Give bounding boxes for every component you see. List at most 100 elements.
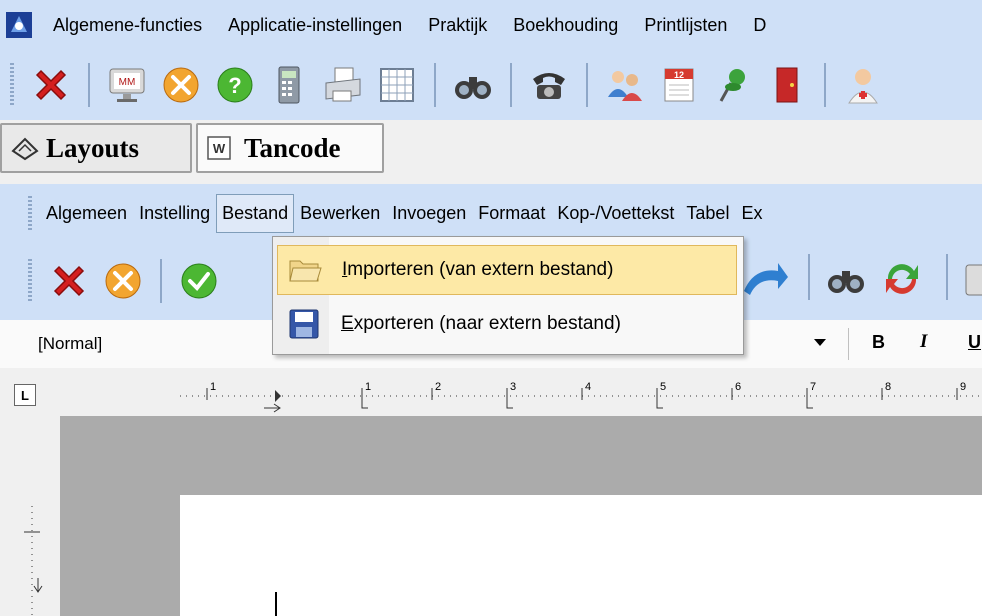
users-button[interactable] (601, 61, 649, 109)
editor-menu-bewerken[interactable]: Bewerken (294, 203, 386, 224)
ruler-number: 8 (885, 381, 891, 393)
tab-tancode-label: Tancode (244, 132, 341, 163)
tools-icon (105, 263, 141, 299)
tab-stop-marker (656, 400, 663, 409)
tools-button[interactable] (157, 61, 205, 109)
chevron-down-icon (814, 339, 826, 346)
toolbar-separator (586, 63, 588, 107)
calendar-button[interactable]: 12 (655, 61, 703, 109)
editor-tools-button[interactable] (99, 257, 147, 305)
tools-icon (163, 67, 199, 103)
ruler-number: 4 (585, 381, 591, 393)
search-button[interactable] (449, 61, 497, 109)
doctor-button[interactable] (839, 61, 887, 109)
hanging-indent-icon (264, 403, 281, 413)
bold-button[interactable]: B (872, 332, 885, 353)
editor-menu-algemeen[interactable]: Algemeen (40, 203, 133, 224)
editor-search-button[interactable] (824, 257, 868, 306)
help-button[interactable]: ? (211, 61, 259, 109)
toolbar-separator (808, 254, 810, 300)
exit-button[interactable] (763, 61, 811, 109)
main-toolbar: MM ? 12 (0, 50, 982, 121)
folder-open-icon (284, 250, 326, 290)
toolbar-separator (946, 254, 948, 300)
svg-text:MM: MM (119, 77, 136, 88)
editor-close-button[interactable] (45, 257, 93, 305)
editor-menu-bestand[interactable]: Bestand (216, 193, 295, 233)
toolbar-separator (434, 63, 436, 107)
clipboard-icon (965, 264, 982, 296)
telephone-icon (533, 73, 565, 99)
style-select-value: [Normal] (38, 334, 103, 353)
underline-button[interactable]: U (968, 332, 981, 353)
calculator-button[interactable] (265, 61, 313, 109)
italic-button[interactable]: I (920, 331, 927, 353)
editor-refresh-button[interactable] (880, 257, 924, 306)
menu-algemene-functies[interactable]: Algemene-functies (40, 15, 215, 36)
menu-praktijk[interactable]: Praktijk (415, 15, 500, 36)
vertical-ruler[interactable] (20, 506, 44, 616)
save-disk-icon (283, 304, 325, 344)
menu-item-exporteren[interactable]: Exporteren (naar extern bestand) (277, 299, 737, 349)
menu-item-importeren[interactable]: Importeren (van extern bestand) (277, 245, 737, 295)
monitor-button[interactable]: MM (103, 61, 151, 109)
document-tabs: Layouts W Tancode (0, 120, 982, 175)
editor-menu-instelling[interactable]: Instelling (133, 203, 216, 224)
close-button[interactable] (27, 61, 75, 109)
calendar-icon: 12 (664, 68, 694, 102)
menu-d-truncated[interactable]: D (740, 15, 779, 36)
calculator-icon (278, 66, 300, 104)
editor-menu-grip[interactable] (28, 196, 32, 230)
ruler-bar: L 1 1 2 3 4 5 6 7 8 9 (0, 368, 982, 416)
tab-layouts[interactable]: Layouts (0, 123, 192, 173)
editor-menu-formaat[interactable]: Formaat (472, 203, 551, 224)
toolbar-grip[interactable] (10, 63, 14, 107)
horizontal-ruler[interactable]: 1 1 2 3 4 5 6 7 8 9 (180, 374, 982, 414)
menu-printlijsten[interactable]: Printlijsten (631, 15, 740, 36)
grid-button[interactable] (373, 61, 421, 109)
editor-redo-button[interactable] (744, 257, 788, 306)
checkmark-icon (181, 263, 217, 299)
menu-item-importeren-label: Importeren (van extern bestand) (342, 259, 614, 280)
tab-stop-marker (806, 400, 813, 409)
printer-icon (325, 67, 361, 102)
monitor-mm-icon: MM (109, 68, 145, 102)
editor-menu-tabel[interactable]: Tabel (680, 203, 735, 224)
ruler-number: 3 (510, 381, 516, 393)
menu-applicatie-instellingen[interactable]: Applicatie-instellingen (215, 15, 415, 36)
document-page[interactable] (180, 495, 982, 616)
help-icon: ? (217, 67, 253, 103)
svg-text:12: 12 (674, 70, 684, 80)
editor-confirm-button[interactable] (175, 257, 223, 305)
svg-text:?: ? (228, 73, 241, 98)
ruler-number: 1 (210, 381, 216, 393)
tab-stop-selector[interactable]: L (14, 384, 36, 406)
ruler-number: 1 (365, 381, 371, 393)
style-dropdown-button[interactable] (812, 334, 828, 355)
editor-truncated-button[interactable] (956, 257, 982, 301)
app-logo-icon (6, 12, 32, 38)
tab-layouts-label: Layouts (46, 132, 140, 163)
editor-menu-kop-voettekst[interactable]: Kop-/Voettekst (551, 203, 680, 224)
exit-door-icon (776, 67, 798, 103)
pin-button[interactable] (709, 61, 757, 109)
word-doc-icon: W (207, 136, 231, 160)
print-button[interactable] (319, 61, 367, 109)
style-select[interactable]: [Normal] (24, 326, 268, 362)
format-separator (848, 328, 849, 360)
menu-boekhouding[interactable]: Boekhouding (500, 15, 631, 36)
phone-button[interactable] (525, 61, 573, 109)
tab-stop-marker (361, 400, 368, 409)
close-icon (53, 265, 85, 297)
editor-menu-invoegen[interactable]: Invoegen (386, 203, 472, 224)
svg-text:W: W (213, 141, 226, 156)
ruler-number: 9 (960, 381, 966, 393)
tab-tancode[interactable]: W Tancode (196, 123, 384, 173)
toolbar-separator (824, 63, 826, 107)
menu-item-exporteren-label: Exporteren (naar extern bestand) (341, 313, 621, 334)
editor-toolbar-grip[interactable] (28, 259, 32, 303)
pin-icon (719, 69, 745, 102)
users-icon (608, 71, 642, 101)
toolbar-separator (160, 259, 162, 303)
editor-menu-ex-truncated[interactable]: Ex (735, 203, 768, 224)
